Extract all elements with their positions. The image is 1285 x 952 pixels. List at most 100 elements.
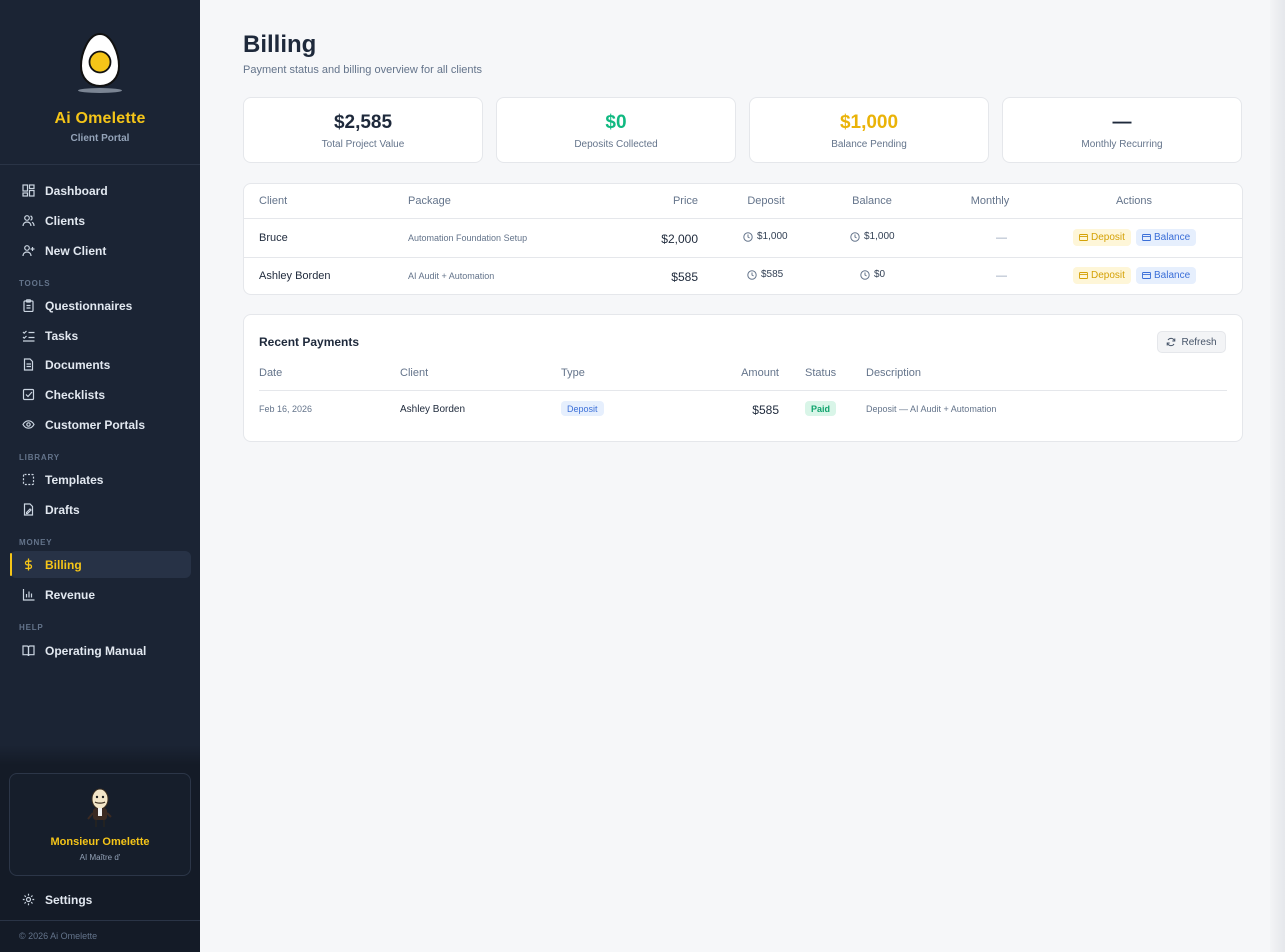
col-date: Date <box>259 367 283 379</box>
balance-button-label: Balance <box>1154 270 1191 281</box>
cell-monthly: — <box>996 232 1007 244</box>
page-subtitle: Payment status and billing overview for … <box>243 64 483 76</box>
dashboard-icon <box>22 184 35 197</box>
nav-item-new-client[interactable]: New Client <box>10 237 191 264</box>
cell-client: Ashley Borden <box>259 270 331 282</box>
col-balance: Balance <box>852 195 892 207</box>
list-check-icon <box>22 329 35 342</box>
balance-amount: $1,000 <box>864 231 895 242</box>
clock-icon <box>743 231 753 242</box>
stat-label: Monthly Recurring <box>1081 139 1163 150</box>
col-monthly: Monthly <box>970 195 1010 207</box>
nav-label: Revenue <box>45 587 96 602</box>
cell-price: $585 <box>671 270 698 284</box>
refresh-label: Refresh <box>1181 336 1217 348</box>
deposit-button-label: Deposit <box>1091 232 1125 243</box>
main-content: Billing Payment status and billing overv… <box>200 0 1270 952</box>
stat-value: — <box>1112 112 1132 133</box>
balance-button[interactable]: Balance <box>1136 267 1197 284</box>
egg-logo-icon <box>80 32 120 88</box>
nav-label: Operating Manual <box>45 643 147 658</box>
sidebar-divider <box>0 745 200 765</box>
nav-label: Customer Portals <box>45 417 146 432</box>
stat-card-balance: $1,000 Balance Pending <box>749 97 989 163</box>
nav-label: Checklists <box>45 387 106 402</box>
brand-subtitle: Client Portal <box>70 133 130 144</box>
nav-item-tasks[interactable]: Tasks <box>10 322 191 349</box>
nav-item-templates[interactable]: Templates <box>10 466 191 493</box>
nav-item-settings[interactable]: Settings <box>10 886 191 913</box>
gear-icon <box>22 893 35 906</box>
settings-label: Settings <box>45 892 93 907</box>
cell-description: Deposit — AI Audit + Automation <box>866 404 997 414</box>
nav-item-documents[interactable]: Documents <box>10 351 191 378</box>
cell-client: Ashley Borden <box>400 404 466 415</box>
deposit-button-label: Deposit <box>1091 270 1125 281</box>
balance-button[interactable]: Balance <box>1136 229 1197 246</box>
mascot-name: Monsieur Omelette <box>50 836 150 848</box>
balance-button-label: Balance <box>1154 232 1191 243</box>
type-badge: Deposit <box>561 401 604 416</box>
deposit-button[interactable]: Deposit <box>1073 229 1131 246</box>
scrollbar[interactable] <box>1270 0 1285 952</box>
page-title: Billing <box>243 31 317 58</box>
stat-label: Deposits Collected <box>574 139 658 150</box>
template-icon <box>22 473 35 486</box>
stat-card-deposits: $0 Deposits Collected <box>496 97 736 163</box>
nav-label: Clients <box>45 213 86 228</box>
brand-title: Ai Omelette <box>54 110 146 127</box>
document-icon <box>22 358 35 371</box>
sidebar: Ai Omelette Client Portal Dashboard Clie… <box>0 0 200 952</box>
nav-item-revenue[interactable]: Revenue <box>10 581 191 608</box>
mascot-role: AI Maître d' <box>79 853 121 862</box>
copyright: © 2026 Ai Omelette <box>19 931 98 941</box>
stat-card-total: $2,585 Total Project Value <box>243 97 483 163</box>
col-amount: Amount <box>741 367 779 379</box>
book-icon <box>22 644 35 657</box>
clipboard-icon <box>22 299 35 312</box>
stat-value: $1,000 <box>839 112 899 133</box>
nav-label: Dashboard <box>45 183 108 198</box>
deposit-status: $1,000 <box>743 231 788 242</box>
check-square-icon <box>22 388 35 401</box>
nav-label: Questionnaires <box>45 298 133 313</box>
nav-item-questionnaires[interactable]: Questionnaires <box>10 292 191 319</box>
cell-date: Feb 16, 2026 <box>259 404 313 414</box>
cell-package: AI Audit + Automation <box>408 271 495 281</box>
cell-package: Automation Foundation Setup <box>408 233 528 243</box>
cell-price: $2,000 <box>661 232 698 246</box>
nav-item-checklists[interactable]: Checklists <box>10 381 191 408</box>
card-icon <box>1142 234 1151 241</box>
nav-item-operating-manual[interactable]: Operating Manual <box>10 637 191 664</box>
nav-item-drafts[interactable]: Drafts <box>10 496 191 523</box>
col-client: Client <box>259 195 288 207</box>
nav-label: Templates <box>45 472 104 487</box>
stat-value: $2,585 <box>333 112 393 133</box>
header-divider <box>244 218 1242 219</box>
clock-icon <box>850 231 860 242</box>
nav-item-clients[interactable]: Clients <box>10 207 191 234</box>
section-help: HELP <box>19 623 44 632</box>
col-package: Package <box>408 195 451 207</box>
nav-item-billing[interactable]: Billing <box>10 551 191 578</box>
stat-value: $0 <box>605 112 627 133</box>
nav-item-customer-portals[interactable]: Customer Portals <box>10 411 191 438</box>
row-divider <box>244 257 1242 258</box>
deposit-status: $585 <box>747 269 783 280</box>
section-money: MONEY <box>19 538 53 547</box>
stat-label: Balance Pending <box>831 139 907 150</box>
cell-monthly: — <box>996 270 1007 282</box>
stat-label: Total Project Value <box>321 139 405 150</box>
balance-status: $0 <box>860 269 885 280</box>
section-tools: TOOLS <box>19 279 51 288</box>
eye-icon <box>22 418 35 431</box>
col-deposit: Deposit <box>747 195 785 207</box>
col-actions: Actions <box>1115 195 1153 207</box>
nav-label: Documents <box>45 357 111 372</box>
header-divider <box>259 390 1227 391</box>
nav-item-dashboard[interactable]: Dashboard <box>10 177 191 204</box>
col-description: Description <box>866 367 922 379</box>
col-type: Type <box>561 367 585 379</box>
refresh-button[interactable]: Refresh <box>1157 331 1226 353</box>
deposit-button[interactable]: Deposit <box>1073 267 1131 284</box>
